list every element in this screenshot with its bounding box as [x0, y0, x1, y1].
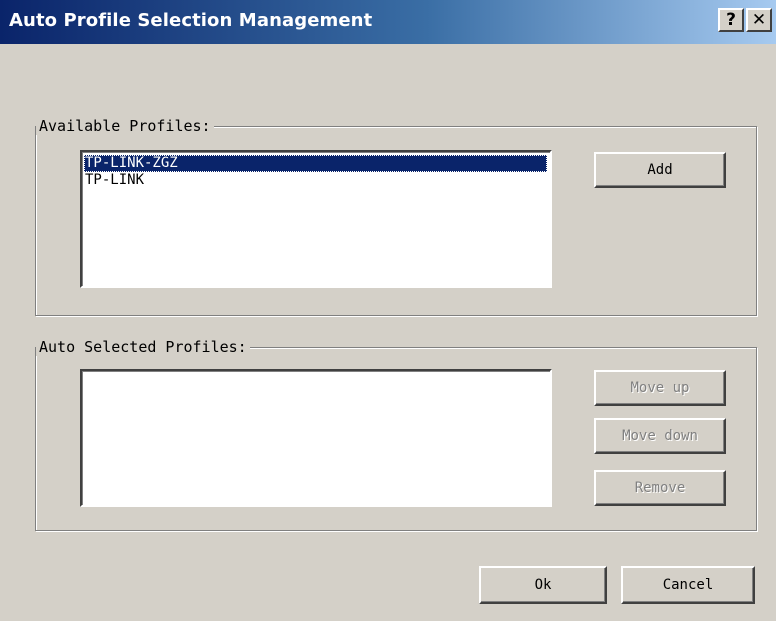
help-icon: ? — [726, 10, 736, 30]
title-bar[interactable]: Auto Profile Selection Management ? ✕ — [0, 0, 776, 44]
auto-selected-profiles-list[interactable] — [80, 369, 552, 507]
move-down-button[interactable]: Move down — [594, 418, 726, 454]
available-profiles-label: Available Profiles: — [36, 117, 214, 135]
auto-selected-profiles-label: Auto Selected Profiles: — [36, 338, 250, 356]
list-item-tp-link[interactable]: TP-LINK — [84, 172, 547, 189]
dialog-window: Auto Profile Selection Management ? ✕ Av… — [0, 0, 776, 621]
help-button[interactable]: ? — [718, 8, 744, 32]
available-profiles-list[interactable]: TP-LINK-ZGZ TP-LINK — [80, 150, 552, 288]
ok-button[interactable]: Ok — [479, 566, 607, 604]
add-button[interactable]: Add — [594, 152, 726, 188]
remove-button[interactable]: Remove — [594, 470, 726, 506]
cancel-button[interactable]: Cancel — [621, 566, 755, 604]
close-button[interactable]: ✕ — [746, 8, 772, 32]
list-item-tp-link-zgz[interactable]: TP-LINK-ZGZ — [84, 155, 547, 172]
move-up-button[interactable]: Move up — [594, 370, 726, 406]
close-icon: ✕ — [751, 10, 767, 30]
window-title: Auto Profile Selection Management — [9, 10, 373, 31]
